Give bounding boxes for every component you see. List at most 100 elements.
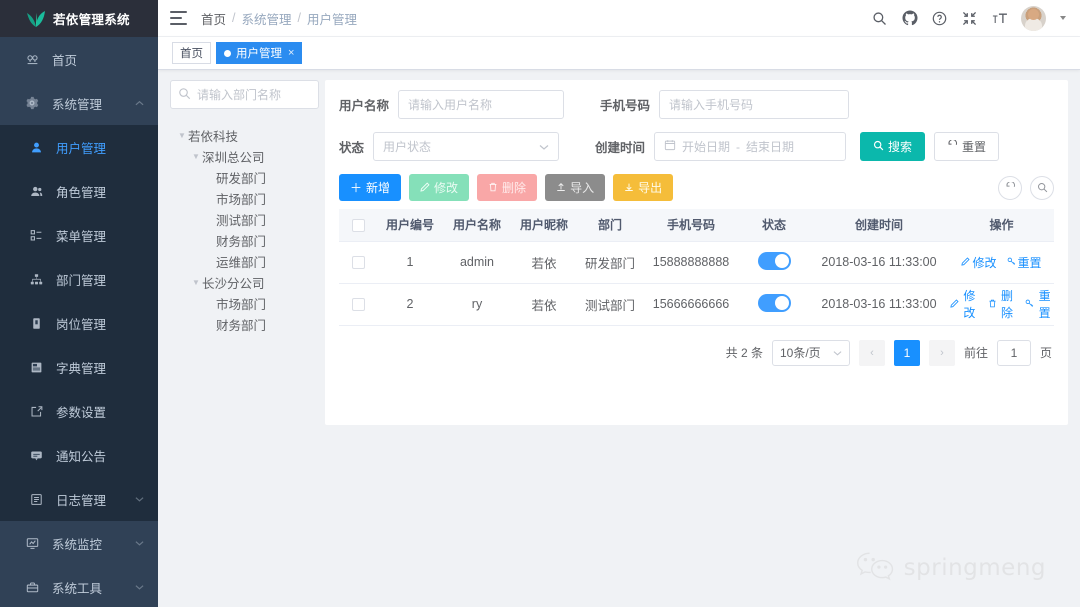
status-select[interactable]: 用户状态 xyxy=(373,132,560,161)
page-size-select[interactable]: 10条/页 xyxy=(771,339,850,366)
tree-node-label: 市场部门 xyxy=(216,298,267,312)
tree-node[interactable]: ▼ 长沙分公司 xyxy=(170,272,319,293)
tag-home[interactable]: 首页 xyxy=(172,42,211,64)
caret-down-icon[interactable]: ▼ xyxy=(190,278,202,287)
reset-button[interactable]: 重置 xyxy=(934,132,1000,161)
user-icon xyxy=(26,141,46,154)
row-reset-link[interactable]: 重置 xyxy=(1025,287,1053,321)
sidebar-item-post-management[interactable]: 岗位管理 xyxy=(0,301,158,345)
prev-page-button[interactable]: ‹ xyxy=(858,339,885,366)
sidebar-item-home[interactable]: 首页 xyxy=(0,37,158,81)
tree-node[interactable]: 市场部门 xyxy=(170,188,319,209)
row-edit-link[interactable]: 修改 xyxy=(961,254,997,271)
tree-node-label: 若依科技 xyxy=(188,130,239,144)
breadcrumb-item-home[interactable]: 首页 xyxy=(201,9,226,28)
github-icon[interactable] xyxy=(901,10,918,27)
tree-node[interactable]: 测试部门 xyxy=(170,209,319,230)
jump-input[interactable]: 1 xyxy=(996,339,1031,366)
delete-button[interactable]: 删除 xyxy=(477,174,538,201)
row-reset-link[interactable]: 重置 xyxy=(1007,254,1042,271)
date-end-placeholder: 结束日期 xyxy=(746,140,795,154)
sidebar-item-dept-management[interactable]: 部门管理 xyxy=(0,257,158,301)
breadcrumb-item-user[interactable]: 用户管理 xyxy=(307,9,357,28)
cell-status xyxy=(739,241,809,284)
select-all-checkbox[interactable] xyxy=(351,218,365,232)
tree-node[interactable]: 财务部门 xyxy=(170,314,319,335)
sidebar-item-label: 通知公告 xyxy=(56,449,107,464)
sidebar-item-notice[interactable]: 通知公告 xyxy=(0,433,158,477)
filter-form: 用户名称 请输入用户名称 手机号码 请输入手机号码 状态 用户状态 创建时间 开… xyxy=(339,90,1054,161)
sidebar-item-dict-management[interactable]: 字典管理 xyxy=(0,345,158,389)
refresh-icon[interactable] xyxy=(998,175,1022,200)
leaf-icon xyxy=(26,10,46,28)
dept-search-input[interactable] xyxy=(170,80,319,109)
next-page-button[interactable]: › xyxy=(928,339,955,366)
tag-label: 首页 xyxy=(180,48,203,60)
sidebar-logo[interactable]: 若依管理系统 xyxy=(0,0,158,37)
sidebar-item-role-management[interactable]: 角色管理 xyxy=(0,169,158,213)
export-button[interactable]: 导出 xyxy=(613,174,674,201)
sidebar-item-system-management[interactable]: 系统管理 xyxy=(0,81,158,125)
table-row[interactable]: 2 ry 若依 测试部门 15666666666 2018-03-16 11:3… xyxy=(339,283,1054,326)
post-icon xyxy=(26,317,46,330)
search-button[interactable]: 搜索 xyxy=(860,132,926,161)
tree-node[interactable]: ▼ 若依科技 xyxy=(170,125,319,146)
sidebar-bottom-group: 系统监控 系统工具 xyxy=(0,521,158,607)
fullscreen-exit-icon[interactable] xyxy=(961,10,978,27)
breadcrumb: 首页 / 系统管理 / 用户管理 xyxy=(201,9,357,28)
users-icon xyxy=(26,185,46,198)
row-checkbox[interactable] xyxy=(351,256,365,270)
help-icon[interactable] xyxy=(931,10,948,27)
hamburger-icon[interactable] xyxy=(170,11,187,25)
col-operations: 操作 xyxy=(949,209,1054,242)
caret-down-icon[interactable]: ▼ xyxy=(190,152,202,161)
calendar-icon xyxy=(664,139,676,154)
user-table: 用户编号 用户名称 用户昵称 部门 手机号码 状态 创建时间 操作 1 admi… xyxy=(339,209,1054,326)
sidebar-item-log-management[interactable]: 日志管理 xyxy=(0,477,158,521)
status-toggle[interactable] xyxy=(757,293,791,312)
sidebar-item-system-monitor[interactable]: 系统监控 xyxy=(0,521,158,565)
close-icon[interactable]: × xyxy=(288,47,294,59)
table-head: 用户编号 用户名称 用户昵称 部门 手机号码 状态 创建时间 操作 xyxy=(339,209,1054,242)
tree-node[interactable]: ▼ 深圳总公司 xyxy=(170,146,319,167)
import-button[interactable]: 导入 xyxy=(545,174,606,201)
font-size-icon[interactable] xyxy=(991,10,1008,27)
page-number-1[interactable]: 1 xyxy=(893,339,920,366)
tag-user-management[interactable]: 用户管理 × xyxy=(216,42,303,64)
tree-node[interactable]: 运维部门 xyxy=(170,251,319,272)
edit-button[interactable]: 修改 xyxy=(409,174,470,201)
sidebar-item-user-management[interactable]: 用户管理 xyxy=(0,125,158,169)
row-edit-label: 修改 xyxy=(972,255,997,270)
sidebar-item-system-tools[interactable]: 系统工具 xyxy=(0,565,158,607)
tree-node[interactable]: 财务部门 xyxy=(170,230,319,251)
add-button[interactable]: ＋ 新增 xyxy=(339,174,402,201)
table-row[interactable]: 1 admin 若依 研发部门 15888888888 2018-03-16 1… xyxy=(339,241,1054,284)
dept-tree-panel: ▼ 若依科技 ▼ 深圳总公司 研发部门 市场部门 测试部门 xyxy=(170,80,325,425)
search-columns-icon[interactable] xyxy=(1030,175,1054,200)
row-reset-label: 重置 xyxy=(1038,289,1051,320)
search-icon[interactable] xyxy=(871,10,888,27)
avatar[interactable] xyxy=(1021,5,1046,31)
tree-node-label: 测试部门 xyxy=(216,214,267,228)
cell-createtime: 2018-03-16 11:33:00 xyxy=(809,241,949,284)
tree-node[interactable]: 市场部门 xyxy=(170,293,319,314)
sidebar-item-param-settings[interactable]: 参数设置 xyxy=(0,389,158,433)
status-toggle[interactable] xyxy=(757,251,791,270)
chevron-down-icon[interactable] xyxy=(1060,16,1066,20)
createtime-daterange[interactable]: 开始日期 - 结束日期 xyxy=(654,132,847,161)
tree-node[interactable]: 研发部门 xyxy=(170,167,319,188)
row-edit-link[interactable]: 修改 xyxy=(950,287,978,321)
breadcrumb-item-system[interactable]: 系统管理 xyxy=(242,9,292,28)
phone-input[interactable]: 请输入手机号码 xyxy=(659,90,850,119)
sidebar: 若依管理系统 首页 系统管理 用户管理 角色管理 菜单管理 部门管理 岗位管理 … xyxy=(0,0,158,607)
col-createtime: 创建时间 xyxy=(809,209,949,242)
row-delete-link[interactable]: 删除 xyxy=(988,287,1016,321)
delete-button-label: 删除 xyxy=(502,181,527,195)
row-checkbox[interactable] xyxy=(351,298,365,312)
username-input[interactable]: 请输入用户名称 xyxy=(398,90,565,119)
caret-down-icon[interactable]: ▼ xyxy=(176,131,188,140)
cell-status xyxy=(739,283,809,326)
sidebar-item-menu-management[interactable]: 菜单管理 xyxy=(0,213,158,257)
page-size-label: 10条/页 xyxy=(779,346,821,360)
pagination: 共 2 条 10条/页 ‹ 1 › 前往 1 页 xyxy=(339,326,1054,372)
